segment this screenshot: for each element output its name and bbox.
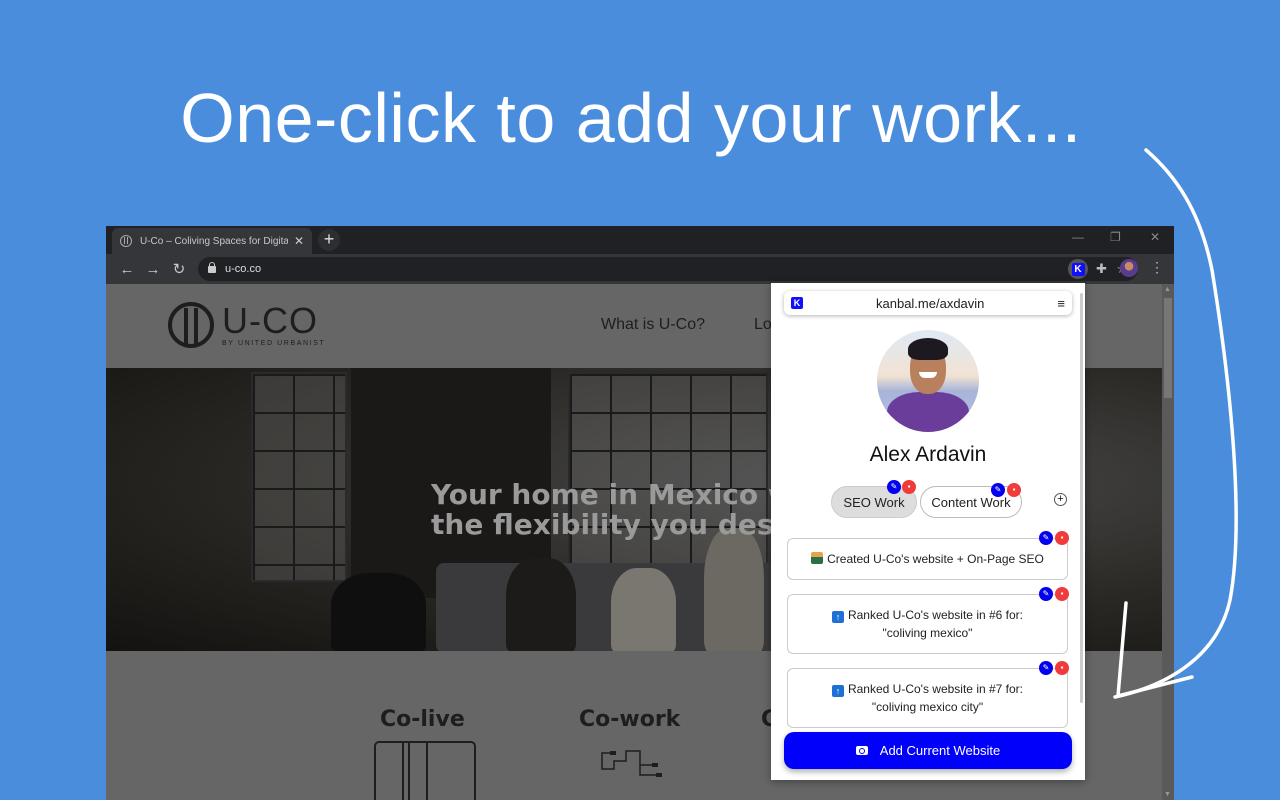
restore-button[interactable]: ❐ bbox=[1110, 230, 1121, 244]
hero-window bbox=[251, 372, 347, 582]
tab-close-icon[interactable]: ✕ bbox=[294, 234, 304, 248]
browser-menu-icon[interactable]: ⋮ bbox=[1150, 259, 1164, 276]
add-button-label: Add Current Website bbox=[879, 743, 1001, 758]
work-item-text: Ranked U-Co's website in #7 for: bbox=[847, 682, 1024, 696]
delete-category-icon[interactable]: ▪ bbox=[1007, 483, 1021, 497]
address-bar[interactable]: u-co.co ☆ bbox=[198, 257, 1138, 281]
logo-text: U-CO bbox=[222, 300, 318, 341]
browser-toolbar: ← → ↻ u-co.co ☆ K ✚ ⋮ bbox=[106, 254, 1174, 284]
work-item-keyword: "coliving mexico city" bbox=[871, 700, 984, 714]
edit-category-icon[interactable]: ✎ bbox=[991, 483, 1005, 497]
technologist-emoji-icon bbox=[811, 552, 824, 564]
category-label: SEO Work bbox=[843, 494, 905, 510]
service-colive-title: Co-live bbox=[380, 707, 465, 732]
kanbal-logo-icon: K bbox=[1071, 262, 1085, 276]
new-tab-button[interactable]: + bbox=[318, 229, 340, 251]
address-url: u-co.co bbox=[225, 263, 262, 275]
scroll-up-icon[interactable]: ▲ bbox=[1164, 286, 1171, 293]
service-cowork-title: Co-work bbox=[579, 707, 681, 732]
logo-subtitle: BY UNITED URBANIST bbox=[222, 340, 326, 347]
site-logo[interactable]: U-CO BY UNITED URBANIST bbox=[168, 302, 325, 348]
colive-icon bbox=[374, 741, 476, 800]
work-item-card[interactable]: ↑ Ranked U-Co's website in #6 for: "coliv… bbox=[787, 594, 1068, 654]
headline: One-click to add your work... bbox=[180, 79, 1082, 157]
hero-person bbox=[704, 528, 764, 651]
edit-item-icon[interactable]: ✎ bbox=[1039, 661, 1053, 675]
kanbal-extension-popup: K kanbal.me/axdavin ≡ Alex Ardavin SEO W… bbox=[771, 283, 1085, 780]
work-item-keyword: "coliving mexico" bbox=[882, 626, 973, 640]
hamburger-menu-icon[interactable]: ≡ bbox=[1057, 296, 1065, 311]
scroll-down-icon[interactable]: ▼ bbox=[1164, 791, 1171, 798]
work-item-card[interactable]: Created U-Co's website + On-Page SEO bbox=[787, 538, 1068, 580]
delete-item-icon[interactable]: ▪ bbox=[1055, 661, 1069, 675]
delete-category-icon[interactable]: ▪ bbox=[902, 480, 916, 494]
up-arrow-emoji-icon: ↑ bbox=[831, 611, 844, 623]
logo-mark-icon bbox=[168, 302, 214, 348]
kanbal-extension-button[interactable]: K bbox=[1068, 259, 1088, 279]
forward-icon[interactable]: → bbox=[140, 261, 166, 278]
profile-name: Alex Ardavin bbox=[869, 443, 987, 466]
hero-headline: Your home in Mexico w the flexibility yo… bbox=[431, 480, 794, 540]
add-category-button[interactable]: + bbox=[1054, 493, 1067, 506]
popup-header: K kanbal.me/axdavin ≡ bbox=[784, 291, 1072, 315]
hero-line-1: Your home in Mexico w bbox=[431, 478, 794, 511]
back-icon[interactable]: ← bbox=[114, 261, 140, 278]
hero-person bbox=[611, 568, 676, 651]
minimize-button[interactable]: — bbox=[1072, 230, 1084, 244]
profile-url-link[interactable]: kanbal.me/axdavin bbox=[803, 296, 1057, 311]
add-current-website-button[interactable]: Add Current Website bbox=[784, 732, 1072, 769]
hero-line-2: the flexibility you dese bbox=[431, 508, 793, 541]
hero-person bbox=[506, 558, 576, 651]
delete-item-icon[interactable]: ▪ bbox=[1055, 587, 1069, 601]
nav-link-what-is[interactable]: What is U-Co? bbox=[601, 316, 705, 334]
browser-tab[interactable]: U-Co – Coliving Spaces for Digita ✕ bbox=[112, 228, 312, 254]
tab-title: U-Co – Coliving Spaces for Digita bbox=[140, 235, 288, 247]
nav-link-locations[interactable]: Lo bbox=[754, 316, 772, 334]
profile-avatar[interactable] bbox=[1120, 259, 1138, 277]
site-favicon-icon bbox=[120, 235, 132, 247]
delete-item-icon[interactable]: ▪ bbox=[1055, 531, 1069, 545]
camera-icon bbox=[855, 746, 868, 755]
extensions-puzzle-icon[interactable]: ✚ bbox=[1096, 261, 1107, 277]
up-arrow-emoji-icon: ↑ bbox=[831, 685, 844, 697]
scrollbar-thumb[interactable] bbox=[1164, 298, 1172, 398]
reload-icon[interactable]: ↻ bbox=[166, 260, 192, 278]
edit-category-icon[interactable]: ✎ bbox=[887, 480, 901, 494]
popup-scrollbar-thumb[interactable] bbox=[1080, 293, 1083, 703]
tab-strip: U-Co – Coliving Spaces for Digita ✕ + — … bbox=[106, 226, 1174, 254]
page-scrollbar[interactable]: ▲ ▼ bbox=[1162, 284, 1174, 800]
lock-icon bbox=[208, 261, 216, 273]
work-item-text: Ranked U-Co's website in #6 for: bbox=[847, 608, 1024, 622]
work-item-text: Created U-Co's website + On-Page SEO bbox=[827, 552, 1044, 566]
edit-item-icon[interactable]: ✎ bbox=[1039, 531, 1053, 545]
edit-item-icon[interactable]: ✎ bbox=[1039, 587, 1053, 601]
profile-photo bbox=[877, 330, 979, 432]
popup-scrollbar[interactable] bbox=[1080, 293, 1083, 713]
close-window-button[interactable]: ✕ bbox=[1150, 230, 1160, 244]
cowork-cable-icon bbox=[601, 750, 662, 777]
work-item-card[interactable]: ↑ Ranked U-Co's website in #7 for: "coliv… bbox=[787, 668, 1068, 728]
hero-person bbox=[331, 573, 426, 651]
kanbal-logo-icon: K bbox=[791, 297, 803, 309]
